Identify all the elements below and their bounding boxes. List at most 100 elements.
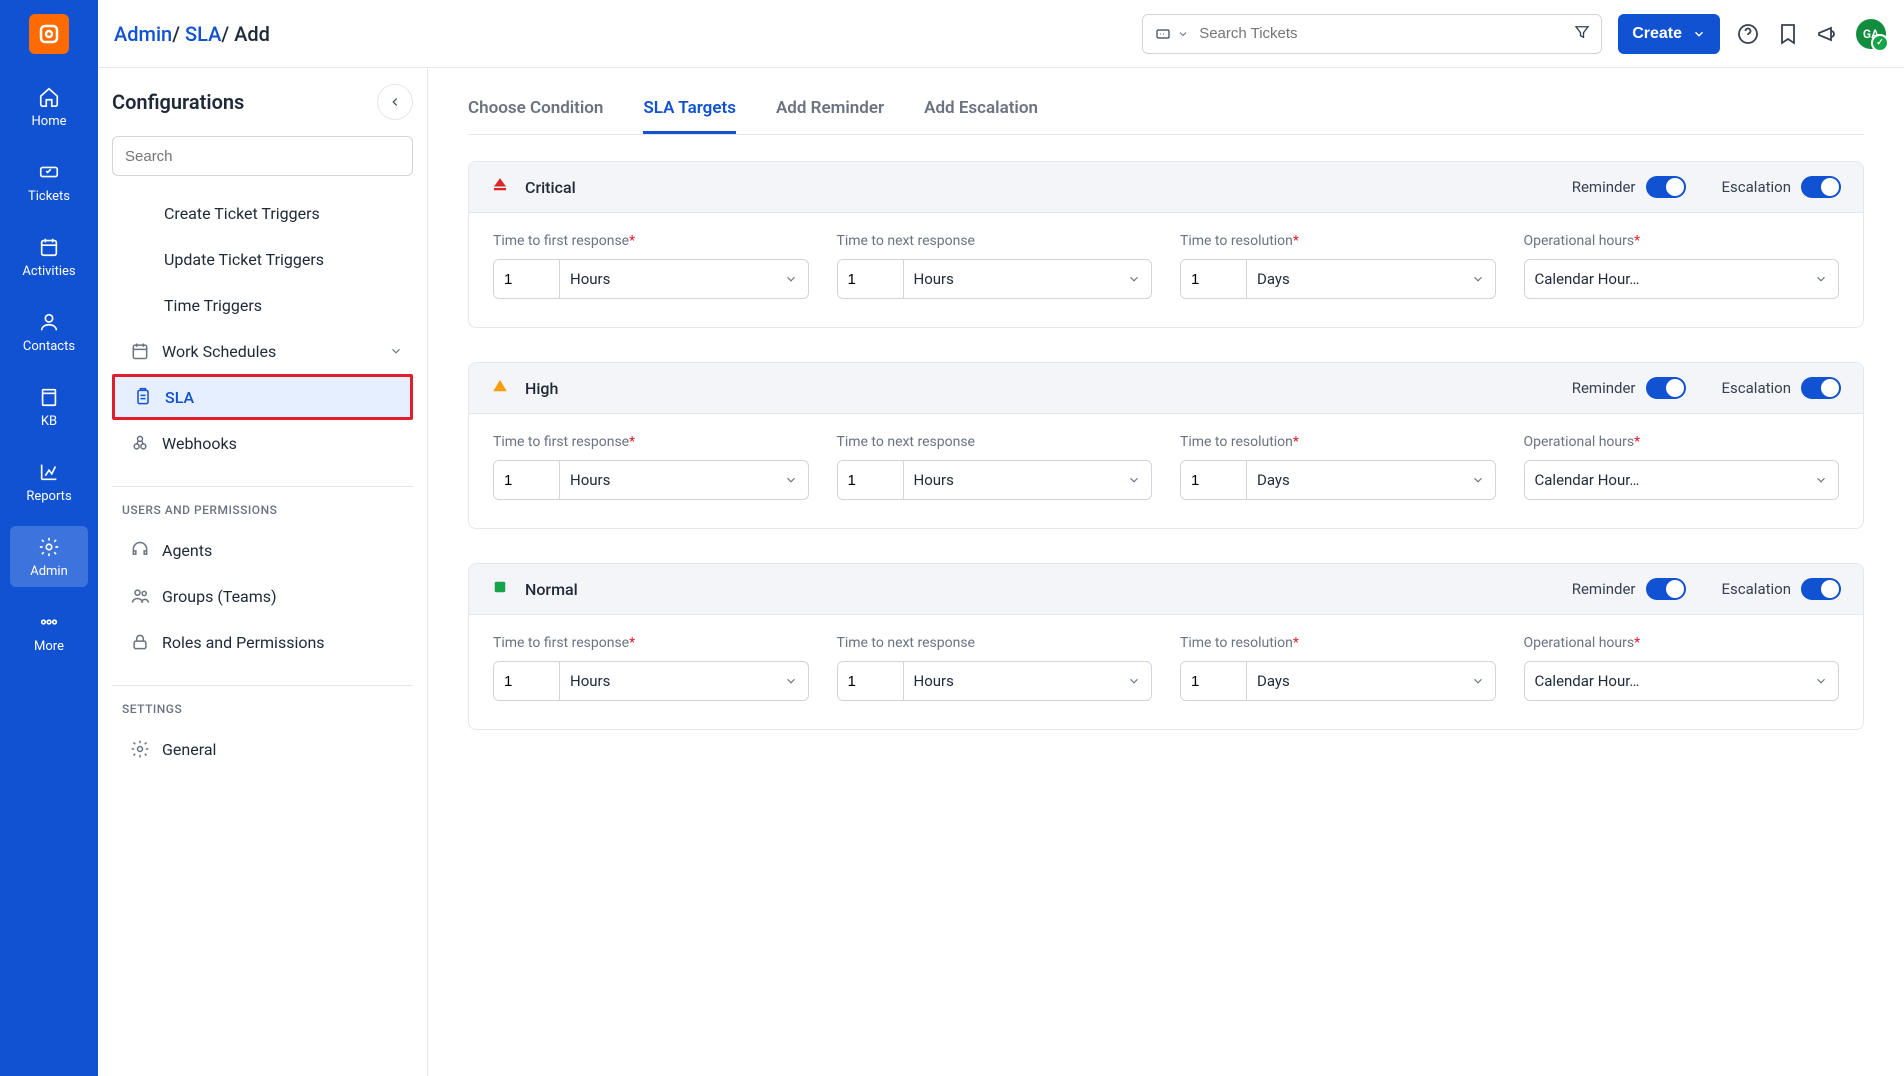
breadcrumb-sla[interactable]: SLA — [185, 22, 221, 46]
headset-icon — [130, 540, 150, 560]
field-label: Time to resolution* — [1180, 434, 1496, 450]
filter-icon[interactable] — [1563, 23, 1591, 45]
sla-field: Time to first response* Hours — [493, 233, 809, 299]
reminder-label: Reminder — [1572, 379, 1636, 397]
config-title: Configurations — [112, 90, 244, 114]
reminder-toggle[interactable] — [1646, 176, 1686, 198]
time-unit-select[interactable]: Hours — [904, 461, 1152, 499]
chevron-down-icon — [1814, 272, 1828, 286]
chevron-down-icon — [1692, 27, 1706, 41]
main-nav: Home Tickets Activities Contacts KB Repo… — [0, 0, 98, 1076]
chevron-down-icon — [1471, 674, 1485, 688]
reminder-toggle[interactable] — [1646, 578, 1686, 600]
operational-hours-select[interactable]: Calendar Hour… — [1524, 460, 1840, 500]
chevron-down-icon — [784, 674, 798, 688]
chevron-down-icon — [1471, 272, 1485, 286]
sidebar-item-agents[interactable]: Agents — [112, 527, 413, 573]
nav-activities-label: Activities — [22, 264, 75, 279]
nav-more-label: More — [34, 639, 64, 654]
nav-more[interactable]: More — [10, 601, 88, 662]
megaphone-icon[interactable] — [1816, 22, 1840, 46]
priority-label: Normal — [525, 580, 578, 599]
search-input[interactable] — [1199, 25, 1563, 42]
search-scope-selector[interactable] — [1153, 26, 1199, 42]
time-unit-select[interactable]: Hours — [904, 662, 1152, 700]
sidebar-item-webhooks[interactable]: Webhooks — [112, 420, 413, 466]
sidebar-item-create-triggers[interactable]: Create Ticket Triggers — [112, 190, 413, 236]
search-ticket-wrap[interactable] — [1142, 14, 1602, 54]
sla-card-critical: Critical Reminder Escalation Time to fir… — [468, 161, 1864, 328]
time-unit-select[interactable]: Days — [1247, 662, 1495, 700]
tab-add-escalation[interactable]: Add Escalation — [924, 88, 1038, 134]
time-unit-select[interactable]: Hours — [560, 260, 808, 298]
escalation-toggle[interactable] — [1801, 176, 1841, 198]
reminder-toggle[interactable] — [1646, 377, 1686, 399]
sidebar-item-sla[interactable]: SLA — [112, 374, 413, 420]
nav-reports[interactable]: Reports — [10, 451, 88, 512]
time-value-input[interactable] — [494, 260, 560, 298]
sla-field: Time to resolution* Days — [1180, 635, 1496, 701]
lock-icon — [130, 632, 150, 652]
operational-hours-select[interactable]: Calendar Hour… — [1524, 661, 1840, 701]
time-unit-select[interactable]: Hours — [904, 260, 1152, 298]
sidebar-item-roles[interactable]: Roles and Permissions — [112, 619, 413, 665]
priority-critical-icon — [491, 176, 509, 194]
help-icon[interactable] — [1736, 22, 1760, 46]
nav-activities[interactable]: Activities — [10, 226, 88, 287]
tab-choose-condition[interactable]: Choose Condition — [468, 88, 603, 134]
app-logo — [29, 14, 69, 54]
users-icon — [130, 586, 150, 606]
nav-admin[interactable]: Admin — [10, 526, 88, 587]
section-users-permissions: USERS AND PERMISSIONS — [112, 503, 413, 527]
field-label: Time to next response — [837, 233, 1153, 249]
sla-card-body: Time to first response* Hours Time to ne… — [469, 213, 1863, 327]
time-value-input[interactable] — [494, 461, 560, 499]
nav-contacts[interactable]: Contacts — [10, 301, 88, 362]
time-value-input[interactable] — [1181, 461, 1247, 499]
breadcrumb-admin[interactable]: Admin — [114, 22, 172, 46]
user-avatar[interactable]: GA — [1856, 19, 1886, 49]
field-label: Time to resolution* — [1180, 233, 1496, 249]
time-value-input[interactable] — [494, 662, 560, 700]
time-unit-select[interactable]: Days — [1247, 260, 1495, 298]
config-search-input[interactable] — [112, 136, 413, 176]
sidebar-item-work-schedules[interactable]: Work Schedules — [112, 328, 413, 374]
nav-kb[interactable]: KB — [10, 376, 88, 437]
sla-card-header: High Reminder Escalation — [469, 363, 1863, 414]
sla-field: Time to resolution* Days — [1180, 233, 1496, 299]
sidebar-item-update-triggers[interactable]: Update Ticket Triggers — [112, 236, 413, 282]
time-value-input[interactable] — [838, 461, 904, 499]
time-value-input[interactable] — [1181, 260, 1247, 298]
sla-field: Time to next response Hours — [837, 233, 1153, 299]
time-unit-select[interactable]: Days — [1247, 461, 1495, 499]
time-value-input[interactable] — [1181, 662, 1247, 700]
field-label: Time to first response* — [493, 434, 809, 450]
collapse-sidebar-button[interactable] — [377, 84, 413, 120]
operational-hours-select[interactable]: Calendar Hour… — [1524, 259, 1840, 299]
field-label: Time to resolution* — [1180, 635, 1496, 651]
escalation-toggle[interactable] — [1801, 377, 1841, 399]
sidebar-item-groups[interactable]: Groups (Teams) — [112, 573, 413, 619]
escalation-toggle-wrap: Escalation — [1722, 578, 1841, 600]
escalation-toggle[interactable] — [1801, 578, 1841, 600]
time-value-input[interactable] — [838, 662, 904, 700]
sla-field: Time to first response* Hours — [493, 434, 809, 500]
tab-row: Choose Condition SLA Targets Add Reminde… — [468, 88, 1864, 135]
sla-field: Operational hours* Calendar Hour… — [1524, 434, 1840, 500]
bookmark-icon[interactable] — [1776, 22, 1800, 46]
chevron-down-icon — [1177, 28, 1189, 40]
gear-icon — [130, 739, 150, 759]
sidebar-item-time-triggers[interactable]: Time Triggers — [112, 282, 413, 328]
create-button[interactable]: Create — [1618, 14, 1720, 54]
nav-home[interactable]: Home — [10, 76, 88, 137]
time-value-input[interactable] — [838, 260, 904, 298]
priority-label: High — [525, 379, 558, 398]
tab-add-reminder[interactable]: Add Reminder — [776, 88, 884, 134]
nav-tickets[interactable]: Tickets — [10, 151, 88, 212]
section-settings: SETTINGS — [112, 702, 413, 726]
time-unit-select[interactable]: Hours — [560, 461, 808, 499]
reminder-label: Reminder — [1572, 580, 1636, 598]
tab-sla-targets[interactable]: SLA Targets — [643, 88, 736, 134]
sidebar-item-general[interactable]: General — [112, 726, 413, 772]
time-unit-select[interactable]: Hours — [560, 662, 808, 700]
